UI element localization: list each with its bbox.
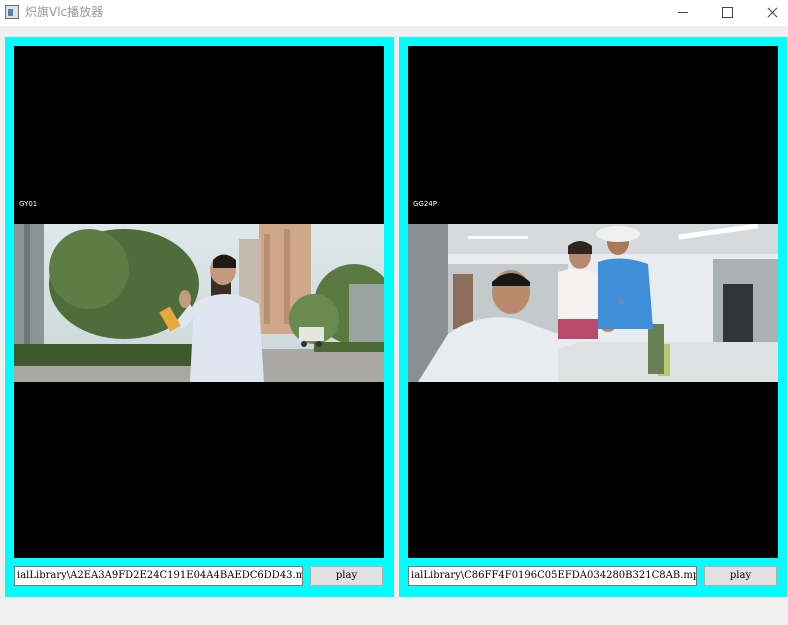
video-display-2[interactable]: GG24P AI (408, 46, 778, 558)
player-panel-2: GG24P AI ialLibrary\C86FF4F0196C05EFDA03… (399, 37, 787, 597)
maximize-icon[interactable] (704, 0, 750, 26)
player-panel-1: GY01 ialLibrary\A2EA3A9FD2E24C191E04A4BA… (5, 37, 394, 597)
app-window-icon (5, 5, 19, 19)
camera-label: GG24P (413, 200, 437, 208)
camera-label: GY01 (19, 200, 38, 208)
video-display-1[interactable]: GY01 (14, 46, 384, 558)
minimize-icon[interactable] (659, 0, 705, 26)
window-title: 炽旗Vlc播放器 (25, 5, 104, 19)
play-button[interactable]: play (704, 566, 777, 586)
file-path-input[interactable]: ialLibrary\A2EA3A9FD2E24C191E04A4BAEDC6D… (14, 566, 303, 586)
video-frame-outdoor (14, 224, 384, 382)
file-path-input[interactable]: ialLibrary\C86FF4F0196C05EFDA034280B321C… (408, 566, 697, 586)
title-bar: 炽旗Vlc播放器 (0, 0, 788, 26)
play-button[interactable]: play (310, 566, 383, 586)
svg-text:AI: AI (618, 298, 625, 306)
close-icon[interactable] (750, 0, 788, 26)
video-frame-office: AI (408, 224, 778, 382)
